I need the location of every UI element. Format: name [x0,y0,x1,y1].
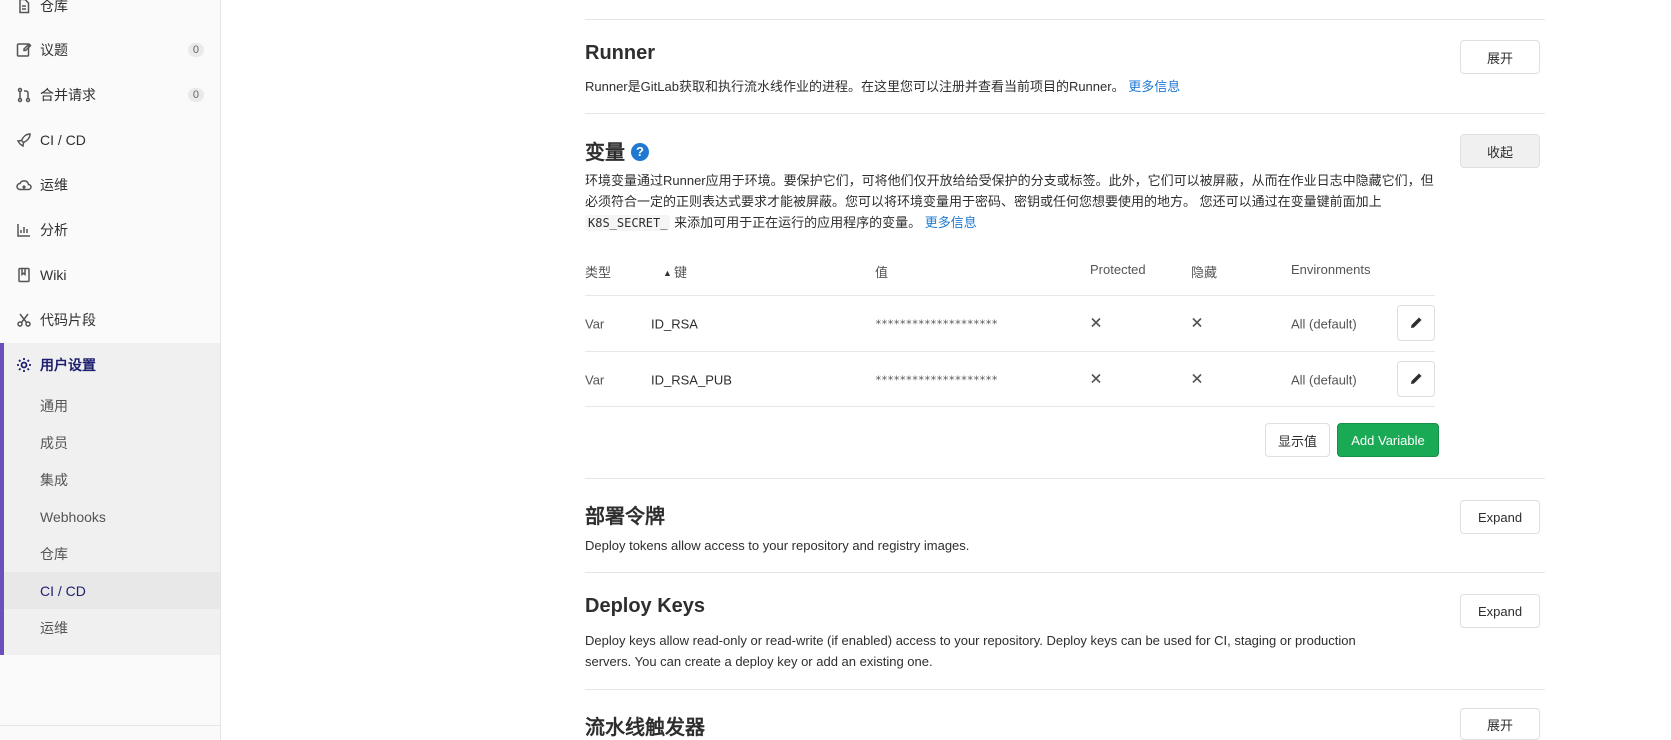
sidebar-item-repository[interactable]: 仓库 [0,0,220,28]
variable-type: Var [585,316,605,331]
variables-collapse-button[interactable]: 收起 [1460,134,1540,168]
add-variable-button[interactable]: Add Variable [1337,423,1439,457]
column-header-key[interactable]: ▲ 键 [663,262,687,281]
deploy-tokens-section-title: 部署令牌 [585,506,665,528]
settings-subitem-webhooks[interactable]: Webhooks [40,498,106,535]
sidebar-item-analytics[interactable]: 分析 [0,208,220,252]
section-divider [585,572,1545,573]
runner-more-info-link[interactable]: 更多信息 [1128,79,1180,94]
variable-environment: All (default) [1291,316,1357,331]
variables-description-text-end: 来添加可用于正在运行的应用程序的变量。 [674,215,922,230]
variable-key: ID_RSA_PUB [651,372,732,387]
cloud-icon [16,177,32,193]
settings-subitem-ci-cd[interactable]: CI / CD [4,572,220,609]
masked-false-icon [1191,372,1203,387]
pipeline-triggers-expand-button[interactable]: 展开 [1460,708,1540,740]
merge-request-icon [16,87,32,103]
sidebar-item-operations[interactable]: 运维 [0,163,220,207]
sidebar-item-label: 合并请求 [40,87,96,103]
sidebar-item-ci-cd[interactable]: CI / CD [0,118,220,162]
pencil-icon [1411,373,1422,384]
deploy-keys-section-title: Deploy Keys [585,595,706,617]
variable-value-masked: ******************** [875,373,998,386]
deploy-keys-expand-button[interactable]: Expand [1460,594,1540,628]
variables-section-title: 变量? [585,136,649,165]
edit-variable-button[interactable] [1397,361,1435,397]
variable-key: ID_RSA [651,316,698,331]
masked-false-icon [1191,316,1203,331]
issues-count-badge: 0 [187,43,204,57]
sidebar-item-wiki[interactable]: Wiki [0,253,220,297]
edit-variable-button[interactable] [1397,305,1435,341]
chart-icon [16,222,32,238]
table-row: Var ID_RSA ******************** All (def… [585,295,1435,351]
section-divider [585,19,1545,20]
runner-section-title: Runner [585,42,655,64]
section-divider [585,478,1545,479]
variables-title-text: 变量 [585,142,625,164]
column-header-type: 类型 [585,265,612,280]
sidebar-item-label: 议题 [40,42,68,58]
rocket-icon [16,132,32,148]
settings-subitem-integrations[interactable]: 集成 [40,461,68,498]
runner-section-description: Runner是GitLab获取和执行流水线作业的进程。在这里您可以注册并查看当前… [585,76,1180,97]
sidebar-item-settings[interactable]: 用户设置 [0,343,220,387]
merge-requests-count-badge: 0 [187,88,204,102]
sort-icon: ▲ [663,268,672,278]
variable-type: Var [585,372,605,387]
deploy-tokens-expand-button[interactable]: Expand [1460,500,1540,534]
book-icon [16,267,32,283]
runner-expand-button[interactable]: 展开 [1460,40,1540,74]
deploy-keys-description-line2: servers. You can create a deploy key or … [585,654,933,669]
deploy-tokens-description: Deploy tokens allow access to your repos… [585,538,970,553]
column-header-environments: Environments [1291,262,1371,277]
sidebar-item-label: 代码片段 [40,312,96,328]
protected-false-icon [1090,316,1102,331]
pencil-icon [1411,317,1422,328]
variables-description-text: 环境变量通过Runner应用于环境。要保护它们，可将他们仅开放给给受保护的分支或… [585,173,1434,209]
section-divider [585,113,1545,114]
variable-value-masked: ******************** [875,317,998,330]
settings-subitem-members[interactable]: 成员 [40,424,68,461]
sidebar-item-label: 用户设置 [40,357,96,373]
sidebar-item-label: 运维 [40,177,68,193]
variables-more-info-link[interactable]: 更多信息 [925,215,977,230]
column-header-key-label: 键 [674,265,688,280]
table-row: Var ID_RSA_PUB ******************** All … [585,351,1435,407]
sidebar-item-label: 仓库 [40,0,68,14]
sidebar-item-issues[interactable]: 议题 0 [0,28,220,72]
variables-table-header: 类型 ▲ 键 值 Protected 隐藏 Environments [585,262,1435,295]
table-bottom-border [585,406,1435,407]
sidebar-item-snippets[interactable]: 代码片段 [0,298,220,342]
issues-icon [16,42,32,58]
column-header-value: 值 [875,265,889,280]
scissors-icon [16,312,32,328]
protected-false-icon [1090,372,1102,387]
variable-environment: All (default) [1291,372,1357,387]
section-divider [585,689,1545,690]
deploy-keys-description: Deploy keys allow read-only or read-writ… [585,630,1435,672]
pipeline-triggers-section-title: 流水线触发器 [585,717,705,739]
deploy-keys-description-line1: Deploy keys allow read-only or read-writ… [585,633,1356,648]
settings-subitem-general[interactable]: 通用 [40,387,68,424]
file-icon [16,0,32,14]
variables-section-description: 环境变量通过Runner应用于环境。要保护它们，可将他们仅开放给给受保护的分支或… [585,170,1435,234]
sidebar-item-merge-requests[interactable]: 合并请求 0 [0,73,220,117]
k8s-secret-prefix-code: K8S_SECRET_ [585,215,671,231]
column-header-protected: Protected [1090,262,1146,277]
sidebar-item-label: 分析 [40,222,68,238]
settings-subitem-operations[interactable]: 运维 [40,609,68,646]
sidebar-footer [0,725,220,740]
reveal-values-button[interactable]: 显示值 [1265,423,1330,457]
sidebar-item-label: Wiki [40,267,67,283]
gear-icon [16,357,32,373]
main-content: Runner Runner是GitLab获取和执行流水线作业的进程。在这里您可以… [585,0,1545,740]
column-header-masked: 隐藏 [1191,265,1218,280]
sidebar: 仓库 议题 0 合并请求 0 CI / CD 运维 分析 Wiki 代码片段 用… [0,0,221,740]
sidebar-item-label: CI / CD [40,132,86,148]
runner-description-text: Runner是GitLab获取和执行流水线作业的进程。在这里您可以注册并查看当前… [585,79,1125,94]
settings-subitem-repository[interactable]: 仓库 [40,535,68,572]
question-icon[interactable]: ? [631,142,649,161]
